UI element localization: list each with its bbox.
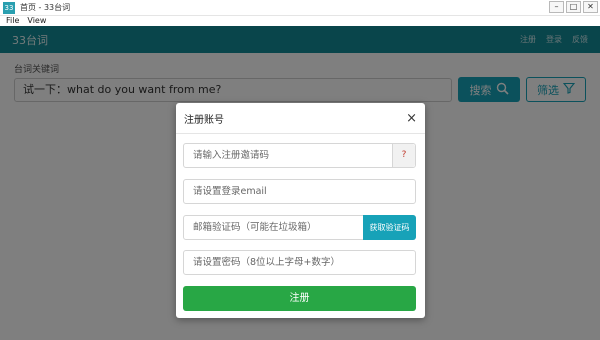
- invite-help-button[interactable]: ?: [392, 144, 415, 167]
- window-titlebar: 33 首页 - 33台词 – □ ✕: [0, 0, 600, 16]
- register-submit-button[interactable]: 注册: [183, 286, 416, 311]
- register-modal: 注册账号 × 请输入注册邀请码 ? 请设置登录email 邮箱验证码（可能在垃圾…: [176, 103, 425, 318]
- modal-title: 注册账号: [184, 114, 224, 126]
- password-placeholder: 请设置密码（8位以上字母+数字）: [193, 257, 341, 268]
- invite-code-field[interactable]: 请输入注册邀请码 ?: [183, 143, 416, 168]
- verification-code-field[interactable]: 邮箱验证码（可能在垃圾箱） 获取验证码: [183, 215, 416, 240]
- email-field[interactable]: 请设置登录email: [183, 179, 416, 204]
- app-icon: 33: [3, 1, 15, 14]
- invite-code-placeholder: 请输入注册邀请码: [193, 150, 270, 161]
- window-title: 首页 - 33台词: [20, 3, 71, 12]
- window-close-button[interactable]: ✕: [583, 1, 598, 13]
- modal-header: 注册账号 ×: [176, 103, 425, 134]
- maximize-button[interactable]: □: [566, 1, 581, 13]
- verification-code-placeholder: 邮箱验证码（可能在垃圾箱）: [193, 222, 317, 233]
- window-controls: – □ ✕: [549, 1, 598, 13]
- menu-bar: File View: [0, 16, 600, 26]
- close-icon[interactable]: ×: [406, 112, 417, 125]
- minimize-button[interactable]: –: [549, 1, 564, 13]
- email-placeholder: 请设置登录email: [193, 186, 267, 197]
- get-code-button[interactable]: 获取验证码: [363, 215, 416, 240]
- password-field[interactable]: 请设置密码（8位以上字母+数字）: [183, 250, 416, 275]
- menu-file[interactable]: File: [6, 16, 19, 26]
- menu-view[interactable]: View: [27, 16, 46, 26]
